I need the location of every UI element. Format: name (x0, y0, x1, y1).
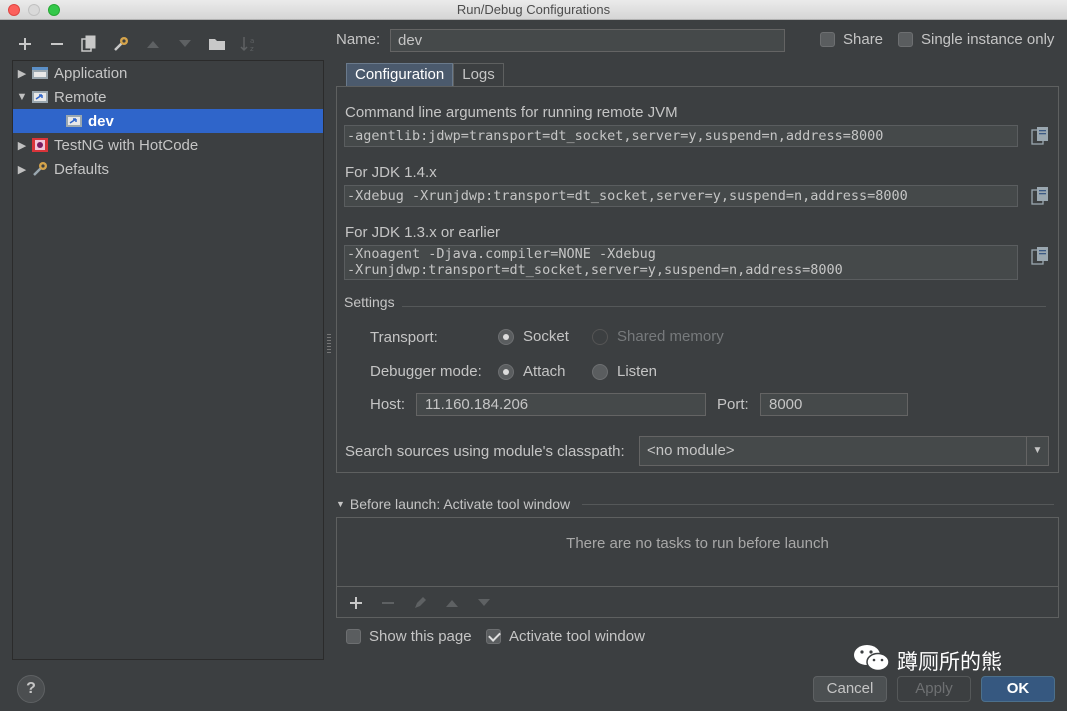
expand-arrow-icon[interactable]: ▶ (13, 67, 31, 80)
debugger-mode-label: Debugger mode: (370, 363, 482, 380)
jdk13-field[interactable]: -Xnoagent -Djava.compiler=NONE -Xdebug -… (344, 245, 1018, 280)
tree-item-application[interactable]: ▶ Application (13, 61, 323, 85)
config-toolbar: az (12, 30, 262, 58)
watermark-text: 蹲厕所的熊 (897, 651, 1002, 674)
folder-icon[interactable] (204, 31, 230, 57)
window-title: Run/Debug Configurations (456, 2, 611, 17)
wrench-icon[interactable] (108, 31, 134, 57)
tab-bar: Configuration Logs (346, 63, 504, 86)
move-down-icon[interactable] (472, 591, 496, 615)
config-tree: ▶ Application ▼ Remote dev ▶ TestNG with… (12, 60, 324, 660)
classpath-label: Search sources using module's classpath: (345, 443, 625, 460)
jdk13-label: For JDK 1.3.x or earlier (345, 224, 501, 241)
share-option[interactable]: Share (820, 31, 883, 48)
help-button[interactable]: ? (17, 675, 45, 703)
transport-label: Transport: (370, 329, 438, 346)
port-input[interactable]: 8000 (760, 393, 908, 416)
activate-tool-window-checkbox[interactable] (486, 629, 501, 644)
copy-icon[interactable] (1030, 185, 1050, 207)
debugger-attach-radio[interactable] (498, 363, 514, 380)
tree-item-remote[interactable]: ▼ Remote (13, 85, 323, 109)
show-page-checkbox[interactable] (346, 629, 361, 644)
transport-socket-radio[interactable] (498, 328, 514, 345)
watermark: 蹲厕所的熊 (853, 643, 1002, 679)
transport-socket-option[interactable]: Socket (498, 328, 569, 345)
debugger-listen-radio[interactable] (592, 363, 608, 380)
host-label: Host: (370, 396, 406, 413)
single-instance-option[interactable]: Single instance only (898, 31, 1054, 48)
jdk14-field[interactable]: -Xdebug -Xrunjdwp:transport=dt_socket,se… (344, 185, 1018, 207)
chevron-down-icon[interactable]: ▼ (1026, 437, 1048, 465)
before-launch-empty-text: There are no tasks to run before launch (566, 535, 829, 552)
jdk14-label: For JDK 1.4.x (345, 164, 437, 181)
testng-icon (31, 137, 49, 153)
cmd-args-field[interactable]: -agentlib:jdwp=transport=dt_socket,serve… (344, 125, 1018, 147)
svg-text:a: a (250, 37, 254, 45)
ok-button[interactable]: OK (981, 676, 1055, 702)
transport-shared-radio[interactable] (592, 328, 608, 345)
single-instance-checkbox[interactable] (898, 32, 913, 47)
module-select-value: <no module> (647, 442, 735, 459)
remote-icon (65, 113, 83, 129)
close-window-button[interactable] (8, 4, 20, 16)
tab-logs[interactable]: Logs (453, 63, 504, 86)
show-page-option[interactable]: Show this page (346, 628, 472, 645)
expand-arrow-icon[interactable]: ▶ (13, 139, 31, 152)
before-launch-divider (582, 504, 1054, 505)
apply-button[interactable]: Apply (897, 676, 971, 702)
settings-divider (402, 306, 1046, 307)
move-down-icon[interactable] (172, 31, 198, 57)
zoom-window-button[interactable] (48, 4, 60, 16)
minimize-window-button[interactable] (28, 4, 40, 16)
settings-label: Settings (344, 294, 395, 310)
move-up-icon[interactable] (440, 591, 464, 615)
jdk13-line-1: -Xnoagent -Djava.compiler=NONE -Xdebug (347, 246, 656, 262)
cmd-args-label: Command line arguments for running remot… (345, 104, 678, 121)
application-icon (31, 65, 49, 81)
title-bar: Run/Debug Configurations (0, 0, 1067, 20)
module-select[interactable]: <no module> ▼ (639, 436, 1049, 466)
share-checkbox[interactable] (820, 32, 835, 47)
expand-arrow-icon[interactable]: ▶ (13, 163, 31, 176)
tree-item-dev[interactable]: dev (13, 109, 323, 133)
wechat-icon (853, 643, 891, 679)
splitter-handle[interactable] (327, 334, 331, 354)
sort-icon[interactable]: az (236, 31, 262, 57)
name-label: Name: (336, 31, 381, 48)
name-input[interactable]: dev (390, 29, 785, 52)
transport-shared-option[interactable]: Shared memory (592, 328, 724, 345)
debugger-listen-option[interactable]: Listen (592, 363, 657, 380)
jdk13-line-2: -Xrunjdwp:transport=dt_socket,server=y,s… (347, 262, 843, 278)
copy-icon[interactable] (1030, 125, 1050, 147)
activate-tool-window-option[interactable]: Activate tool window (486, 628, 645, 645)
collapse-arrow-icon[interactable]: ▼ (336, 499, 345, 509)
add-icon[interactable] (12, 31, 38, 57)
svg-text:z: z (250, 45, 254, 53)
tree-item-defaults[interactable]: ▶ Defaults (13, 157, 323, 181)
host-input[interactable]: 11.160.184.206 (416, 393, 706, 416)
port-label: Port: (717, 396, 749, 413)
remove-icon[interactable] (376, 591, 400, 615)
copy-icon[interactable] (76, 31, 102, 57)
collapse-arrow-icon[interactable]: ▼ (13, 91, 31, 103)
remove-icon[interactable] (44, 31, 70, 57)
tree-item-testng[interactable]: ▶ TestNG with HotCode (13, 133, 323, 157)
wrench-icon (31, 161, 49, 177)
edit-icon[interactable] (408, 591, 432, 615)
debugger-attach-option[interactable]: Attach (498, 363, 566, 380)
add-icon[interactable] (344, 591, 368, 615)
before-launch-toolbar (336, 586, 1059, 618)
before-launch-header[interactable]: ▼ Before launch: Activate tool window (336, 496, 570, 512)
move-up-icon[interactable] (140, 31, 166, 57)
remote-icon (31, 89, 49, 105)
copy-icon[interactable] (1030, 245, 1050, 267)
cancel-button[interactable]: Cancel (813, 676, 887, 702)
tab-configuration[interactable]: Configuration (346, 63, 454, 86)
